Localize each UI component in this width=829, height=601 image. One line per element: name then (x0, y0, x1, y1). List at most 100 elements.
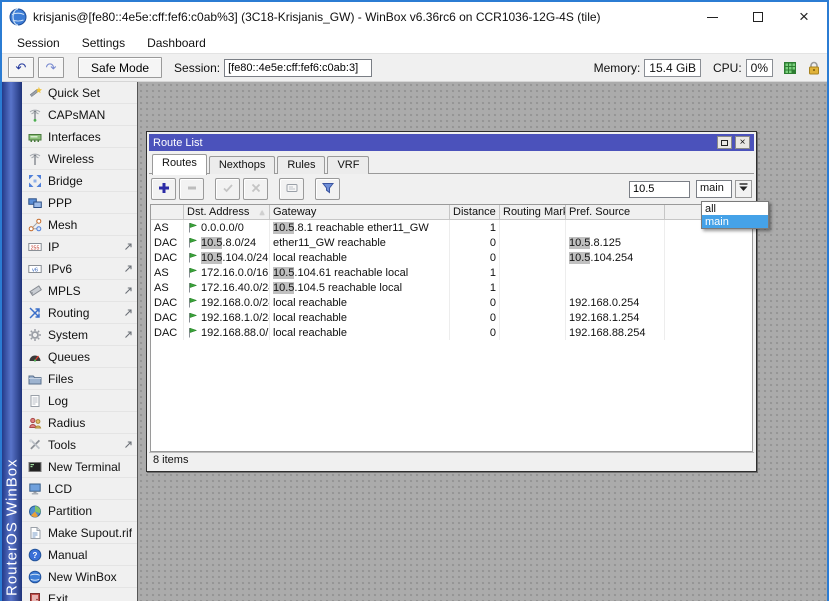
sidebar-item-system[interactable]: System (22, 324, 137, 346)
sidebar-item-new-winbox[interactable]: New WinBox (22, 566, 137, 588)
cell-routing-mark (500, 220, 566, 235)
sidebar-item-capsman[interactable]: CAPsMAN (22, 104, 137, 126)
table-row[interactable]: DAC10.5.104.0/24local reachable010.5.104… (151, 250, 752, 265)
column-header-blank[interactable] (151, 205, 184, 219)
undo-icon: ↶ (16, 60, 27, 76)
maximize-button[interactable] (735, 2, 781, 32)
column-header-routing-mark[interactable]: Routing Mark (500, 205, 566, 219)
session-input[interactable] (224, 59, 372, 77)
cell-distance: 1 (450, 280, 500, 295)
sidebar-item-label: Exit (48, 592, 68, 601)
sidebar-item-label: New WinBox (48, 570, 117, 584)
route-list-close-button[interactable]: × (735, 136, 750, 149)
dropdown-option-all[interactable]: all (702, 202, 768, 215)
sidebar-item-lcd[interactable]: LCD (22, 478, 137, 500)
comment-button[interactable] (279, 178, 304, 200)
table-row[interactable]: AS0.0.0.0/010.5.8.1 reachable ether11_GW… (151, 220, 752, 235)
cell-blank (665, 295, 752, 310)
sidebar-item-label: Radius (48, 416, 85, 430)
filter-button[interactable] (315, 178, 340, 200)
undo-button[interactable]: ↶ (8, 57, 34, 78)
cell-routing-mark (500, 325, 566, 340)
sidebar-item-partition[interactable]: Partition (22, 500, 137, 522)
maximize-icon (753, 12, 763, 22)
route-list-tabs: RoutesNexthopsRulesVRF (149, 151, 754, 174)
sidebar-item-interfaces[interactable]: Interfaces (22, 126, 137, 148)
terminal-icon (27, 459, 42, 474)
minimize-button[interactable] (689, 2, 735, 32)
mesh-icon (27, 217, 42, 232)
column-header-gateway[interactable]: Gateway (270, 205, 450, 219)
cell-distance: 1 (450, 220, 500, 235)
routing-table-dropdown-button[interactable] (735, 180, 752, 198)
menu-session[interactable]: Session (6, 34, 71, 52)
sidebar-item-label: Quick Set (48, 86, 100, 100)
tab-rules[interactable]: Rules (277, 156, 325, 174)
route-list-maximize-button[interactable] (717, 136, 732, 149)
sidebar-item-mpls[interactable]: MPLS (22, 280, 137, 302)
redo-button[interactable]: ↷ (38, 57, 64, 78)
cell-gateway: 10.5.104.5 reachable local (270, 280, 450, 295)
cell-gateway: 10.5.104.61 reachable local (270, 265, 450, 280)
quick-find-input[interactable] (629, 181, 690, 198)
table-row[interactable]: DAC192.168.88.0/...local reachable0192.1… (151, 325, 752, 340)
disable-button[interactable] (243, 178, 268, 200)
cell-blank (665, 250, 752, 265)
sidebar-item-ip[interactable]: 255IP (22, 236, 137, 258)
sidebar-item-ppp[interactable]: PPP (22, 192, 137, 214)
table-row[interactable]: DAC10.5.8.0/24ether11_GW reachable010.5.… (151, 235, 752, 250)
svg-text:v6: v6 (32, 267, 38, 273)
remove-button[interactable] (179, 178, 204, 200)
comment-icon (285, 181, 299, 198)
enable-button[interactable] (215, 178, 240, 200)
sidebar-item-exit[interactable]: Exit (22, 588, 137, 601)
sidebar-item-new-terminal[interactable]: New Terminal (22, 456, 137, 478)
table-row[interactable]: DAC192.168.1.0/24local reachable0192.168… (151, 310, 752, 325)
ppp-icon (27, 195, 42, 210)
sidebar-item-label: New Terminal (48, 460, 120, 474)
menu-dashboard[interactable]: Dashboard (136, 34, 217, 52)
funnel-icon (321, 181, 335, 198)
sidebar-item-make-supout-rif[interactable]: Make Supout.rif (22, 522, 137, 544)
add-button[interactable] (151, 178, 176, 200)
sidebar-item-routing[interactable]: Routing (22, 302, 137, 324)
sidebar-item-mesh[interactable]: Mesh (22, 214, 137, 236)
safe-mode-button[interactable]: Safe Mode (78, 57, 162, 78)
cell-pref-source: 192.168.0.254 (566, 295, 665, 310)
column-header-pref-source[interactable]: Pref. Source (566, 205, 665, 219)
bridge-icon (27, 173, 42, 188)
table-row[interactable]: AS172.16.40.0/2410.5.104.5 reachable loc… (151, 280, 752, 295)
sidebar-item-manual[interactable]: ?Manual (22, 544, 137, 566)
sidebar-item-radius[interactable]: Radius (22, 412, 137, 434)
titlebar[interactable]: krisjanis@[fe80::4e5e:cff:fef6:c0ab%3] (… (2, 2, 827, 32)
menu-settings[interactable]: Settings (71, 34, 136, 52)
sidebar-item-label: Routing (48, 306, 89, 320)
column-header-dst-address[interactable]: Dst. Address▲ (184, 205, 270, 219)
sidebar-item-label: LCD (48, 482, 72, 496)
cell-gateway: local reachable (270, 325, 450, 340)
sidebar-item-quick-set[interactable]: Quick Set (22, 82, 137, 104)
routing-table-select[interactable]: main (696, 180, 732, 198)
lcd-icon (27, 481, 42, 496)
sidebar-item-bridge[interactable]: Bridge (22, 170, 137, 192)
sidebar-item-wireless[interactable]: Wireless (22, 148, 137, 170)
tab-nexthops[interactable]: Nexthops (209, 156, 275, 174)
column-header-label: Gateway (273, 206, 316, 218)
sidebar-item-tools[interactable]: Tools (22, 434, 137, 456)
close-button[interactable]: × (781, 2, 827, 32)
sidebar-item-ipv6[interactable]: v6IPv6 (22, 258, 137, 280)
traffic-icon[interactable] (783, 61, 797, 75)
dropdown-option-main[interactable]: main (702, 215, 768, 228)
minimize-icon (707, 17, 718, 18)
route-list-titlebar[interactable]: Route List × (149, 134, 754, 151)
column-header-label: Distance (453, 206, 496, 218)
column-header-distance[interactable]: Distance (450, 205, 500, 219)
tab-routes[interactable]: Routes (152, 154, 207, 175)
table-row[interactable]: AS172.16.0.0/1610.5.104.61 reachable loc… (151, 265, 752, 280)
sidebar-item-queues[interactable]: Queues (22, 346, 137, 368)
tab-vrf[interactable]: VRF (327, 156, 369, 174)
sidebar-item-log[interactable]: Log (22, 390, 137, 412)
table-row[interactable]: DAC192.168.0.0/24local reachable0192.168… (151, 295, 752, 310)
sidebar-item-files[interactable]: Files (22, 368, 137, 390)
cell-pref-source (566, 220, 665, 235)
